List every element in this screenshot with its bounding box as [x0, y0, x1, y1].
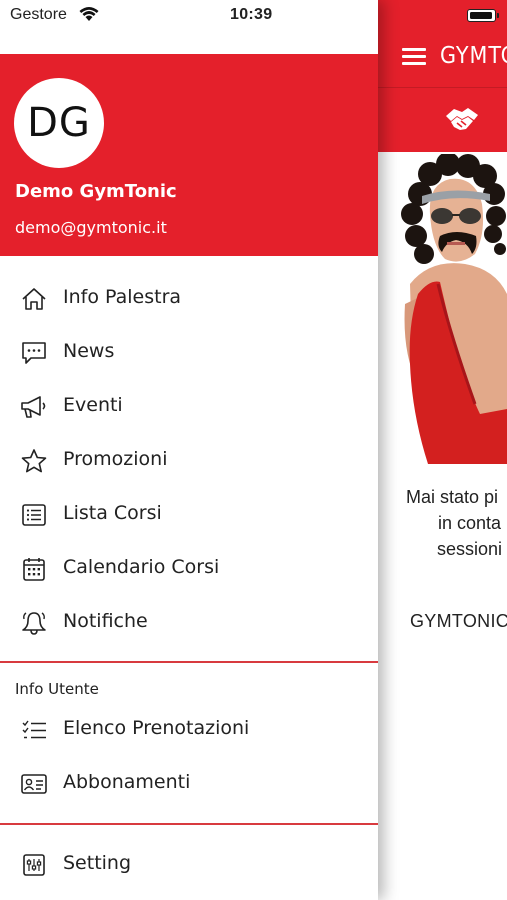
- promo-line-2: in conta: [438, 513, 502, 533]
- main-screen: GYMTC Mai stato pi: [378, 0, 507, 900]
- avatar-initials: DG: [27, 100, 91, 146]
- hero-photo: [390, 154, 507, 464]
- user-email: demo@gymtonic.it: [15, 218, 167, 237]
- section-divider: [0, 661, 378, 663]
- menu-item-news[interactable]: News: [0, 328, 378, 376]
- main-app-title: GYMTC: [440, 43, 507, 69]
- menu-item-abbonamenti[interactable]: Abbonamenti: [0, 759, 378, 807]
- menu-item-label: Promozioni: [63, 448, 168, 470]
- drawer-header: DG Demo GymTonic demo@gymtonic.it: [0, 54, 378, 256]
- user-name: Demo GymTonic: [15, 181, 177, 202]
- menu-item-label: Info Palestra: [63, 286, 182, 308]
- promo-line-1: Mai stato pi: [406, 487, 499, 507]
- home-icon: [22, 288, 46, 310]
- menu-item-label: Abbonamenti: [63, 771, 191, 793]
- calendar-icon: [23, 558, 45, 581]
- battery-icon: [467, 9, 499, 22]
- menu-item-elenco-prenotazioni[interactable]: Elenco Prenotazioni: [0, 705, 378, 753]
- settings-sliders-icon: [23, 854, 45, 876]
- menu-item-eventi[interactable]: Eventi: [0, 382, 378, 430]
- carrier-label: Gestore: [10, 6, 67, 23]
- menu-item-label: Calendario Corsi: [63, 556, 220, 578]
- menu-item-lista-corsi[interactable]: Lista Corsi: [0, 490, 378, 538]
- wifi-icon: [79, 7, 99, 21]
- menu-item-promozioni[interactable]: Promozioni: [0, 436, 378, 484]
- user-section-title: Info Utente: [15, 680, 99, 698]
- hamburger-menu-icon[interactable]: [402, 48, 428, 68]
- menu-item-label: Notifiche: [63, 610, 148, 632]
- chat-bubble-icon: [22, 342, 46, 364]
- section-divider: [0, 823, 378, 825]
- main-status-bar: [378, 0, 507, 42]
- handshake-icon[interactable]: [444, 104, 480, 134]
- id-card-icon: [21, 774, 47, 794]
- menu-item-label: Eventi: [63, 394, 123, 416]
- bell-icon: [22, 612, 46, 635]
- brand-text: GYMTONIC: [410, 611, 507, 631]
- main-tab-bar: [378, 88, 507, 152]
- status-bar: Gestore 10:39: [0, 0, 378, 54]
- menu-item-label: Lista Corsi: [63, 502, 162, 524]
- star-icon: [21, 449, 47, 473]
- menu-item-label: News: [63, 340, 115, 362]
- menu-item-calendario-corsi[interactable]: Calendario Corsi: [0, 544, 378, 592]
- avatar[interactable]: DG: [14, 78, 104, 168]
- status-time: 10:39: [230, 6, 273, 23]
- menu-item-label: Setting: [63, 852, 132, 874]
- menu-item-notifiche[interactable]: Notifiche: [0, 598, 378, 646]
- megaphone-icon: [21, 396, 46, 418]
- menu-item-info-palestra[interactable]: Info Palestra: [0, 274, 378, 322]
- list-icon: [22, 504, 46, 526]
- navigation-drawer: Gestore 10:39 DG Demo GymTonic demo@gymt…: [0, 0, 378, 900]
- checklist-icon: [22, 720, 46, 739]
- menu-item-setting[interactable]: Setting: [0, 840, 378, 888]
- promo-line-3: sessioni: [437, 539, 503, 559]
- menu-item-label: Elenco Prenotazioni: [63, 717, 250, 739]
